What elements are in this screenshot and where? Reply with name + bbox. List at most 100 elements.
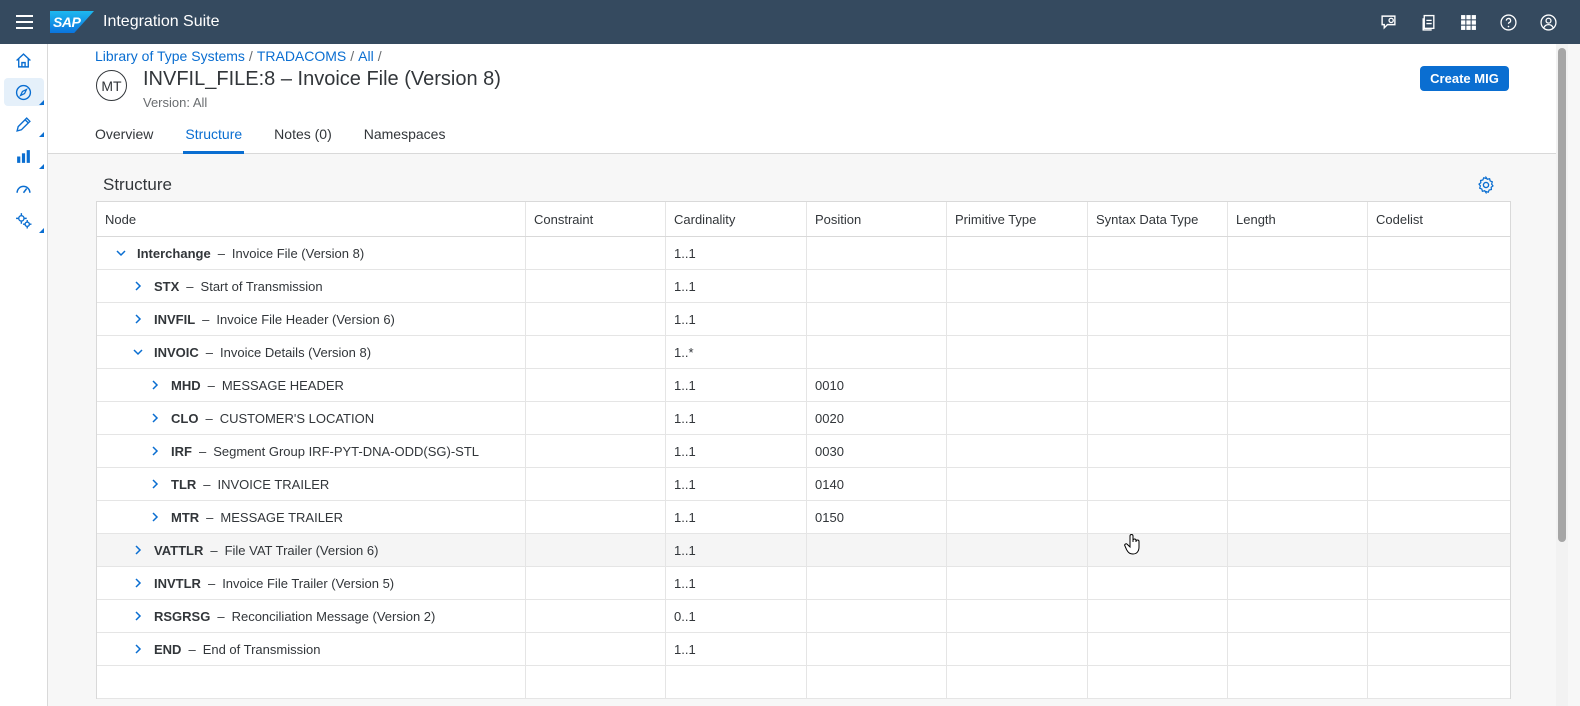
nav-monitor[interactable]	[0, 140, 47, 172]
column-header-syntax-data-type[interactable]: Syntax Data Type	[1088, 202, 1228, 236]
node-cell: IRF – Segment Group IRF-PYT-DNA-ODD(SG)-ST…	[97, 435, 526, 467]
column-header-length[interactable]: Length	[1228, 202, 1368, 236]
primitive-type-cell	[947, 534, 1088, 566]
scrollbar-thumb[interactable]	[1558, 48, 1566, 542]
primitive-type-cell	[947, 567, 1088, 599]
table-row[interactable]: TLR – INVOICE TRAILER 1..1 0140	[97, 468, 1510, 501]
constraint-cell	[526, 336, 666, 368]
table-row[interactable]: CLO – CUSTOMER'S LOCATION 1..1 0020	[97, 402, 1510, 435]
table-row[interactable]: RSGRSG – Reconciliation Message (Version 2…	[97, 600, 1510, 633]
cardinality-cell: 1..1	[666, 237, 807, 269]
node-cell: Interchange – Invoice File (Version 8)	[97, 237, 526, 269]
breadcrumb-link-all[interactable]: All	[358, 48, 374, 64]
codelist-cell	[1368, 369, 1510, 401]
table-row[interactable]: INVTLR – Invoice File Trailer (Version 5) 1…	[97, 567, 1510, 600]
table-row[interactable]: STX – Start of Transmission 1..1	[97, 270, 1510, 303]
chevron-right-icon[interactable]	[132, 544, 144, 556]
nav-dashboard[interactable]	[0, 172, 47, 204]
breadcrumb-link-tradacoms[interactable]: TRADACOMS	[257, 48, 346, 64]
codelist-cell	[1368, 468, 1510, 500]
constraint-cell	[526, 501, 666, 533]
column-header-codelist[interactable]: Codelist	[1368, 202, 1510, 236]
tab-notes[interactable]: Notes (0)	[274, 116, 332, 153]
gear-icon[interactable]	[1477, 176, 1495, 194]
create-mig-button[interactable]: Create MIG	[1420, 66, 1509, 91]
table-row[interactable]: Interchange – Invoice File (Version 8) 1..1	[97, 237, 1510, 270]
cardinality-cell: 1..1	[666, 468, 807, 500]
table-header: Node Constraint Cardinality Position Pri…	[97, 202, 1510, 237]
node-name: MTR	[171, 509, 200, 525]
page-scrollbar[interactable]	[1556, 44, 1568, 706]
column-header-node[interactable]: Node	[97, 202, 526, 236]
chevron-right-icon[interactable]	[149, 445, 161, 457]
column-header-cardinality[interactable]: Cardinality	[666, 202, 807, 236]
table-row[interactable]	[97, 666, 1510, 699]
chevron-down-icon[interactable]	[115, 247, 127, 259]
cardinality-cell: 1..1	[666, 303, 807, 335]
column-header-position[interactable]: Position	[807, 202, 947, 236]
position-cell	[807, 633, 947, 665]
syntax-data-type-cell	[1088, 567, 1228, 599]
notes-icon[interactable]	[1408, 0, 1448, 44]
length-cell	[1228, 435, 1368, 467]
section-title: Structure	[103, 175, 172, 194]
column-header-constraint[interactable]: Constraint	[526, 202, 666, 236]
position-cell	[807, 567, 947, 599]
nav-discover[interactable]	[0, 76, 47, 108]
node-cell: RSGRSG – Reconciliation Message (Version 2…	[97, 600, 526, 632]
table-row[interactable]: MHD – MESSAGE HEADER 1..1 0010	[97, 369, 1510, 402]
constraint-cell	[526, 237, 666, 269]
chevron-right-icon[interactable]	[149, 379, 161, 391]
table-row[interactable]: VATTLR – File VAT Trailer (Version 6) 1..1	[97, 534, 1510, 567]
chevron-right-icon[interactable]	[149, 511, 161, 523]
table-row[interactable]: INVOIC – Invoice Details (Version 8) 1..*	[97, 336, 1510, 369]
primitive-type-cell	[947, 468, 1088, 500]
primitive-type-cell	[947, 237, 1088, 269]
breadcrumb-link-library[interactable]: Library of Type Systems	[95, 48, 245, 64]
nav-settings[interactable]	[0, 204, 47, 236]
node-cell: STX – Start of Transmission	[97, 270, 526, 302]
node-separator: –	[202, 311, 210, 327]
chevron-right-icon[interactable]	[132, 577, 144, 589]
chevron-right-icon[interactable]	[132, 313, 144, 325]
table-row[interactable]: IRF – Segment Group IRF-PYT-DNA-ODD(SG)-ST…	[97, 435, 1510, 468]
settings-icon	[16, 212, 32, 228]
chevron-down-icon[interactable]	[132, 346, 144, 358]
cardinality-cell: 1..1	[666, 633, 807, 665]
chevron-right-icon[interactable]	[149, 478, 161, 490]
cardinality-cell: 1..1	[666, 501, 807, 533]
constraint-cell	[526, 468, 666, 500]
chevron-right-icon[interactable]	[132, 610, 144, 622]
home-icon	[16, 52, 31, 68]
structure-table: Node Constraint Cardinality Position Pri…	[96, 201, 1511, 699]
cardinality-cell: 1..*	[666, 336, 807, 368]
tab-namespaces[interactable]: Namespaces	[364, 116, 446, 153]
user-icon[interactable]	[1528, 0, 1568, 44]
constraint-cell	[526, 270, 666, 302]
node-description: CUSTOMER'S LOCATION	[219, 410, 375, 426]
column-header-primitive-type[interactable]: Primitive Type	[947, 202, 1088, 236]
length-cell	[1228, 501, 1368, 533]
tab-structure[interactable]: Structure	[183, 116, 244, 154]
nav-design[interactable]	[0, 108, 47, 140]
primitive-type-cell	[947, 501, 1088, 533]
nav-home[interactable]	[0, 44, 47, 76]
chevron-right-icon[interactable]	[149, 412, 161, 424]
help-icon[interactable]	[1488, 0, 1528, 44]
feedback-icon[interactable]	[1368, 0, 1408, 44]
grid-icon[interactable]	[1448, 0, 1488, 44]
chevron-right-icon[interactable]	[132, 280, 144, 292]
constraint-cell	[526, 534, 666, 566]
table-row[interactable]: MTR – MESSAGE TRAILER 1..1 0150	[97, 501, 1510, 534]
codelist-cell	[1368, 402, 1510, 434]
position-cell	[807, 270, 947, 302]
table-row[interactable]: INVFIL – Invoice File Header (Version 6) 1.…	[97, 303, 1510, 336]
node-name: STX	[154, 278, 180, 294]
tab-overview[interactable]: Overview	[95, 116, 153, 153]
constraint-cell	[526, 633, 666, 665]
page-title: INVFIL_FILE:8 – Invoice File (Version 8)	[143, 68, 501, 90]
node-cell: TLR – INVOICE TRAILER	[97, 468, 526, 500]
menu-icon[interactable]	[0, 0, 48, 44]
chevron-right-icon[interactable]	[132, 643, 144, 655]
table-row[interactable]: END – End of Transmission 1..1	[97, 633, 1510, 666]
